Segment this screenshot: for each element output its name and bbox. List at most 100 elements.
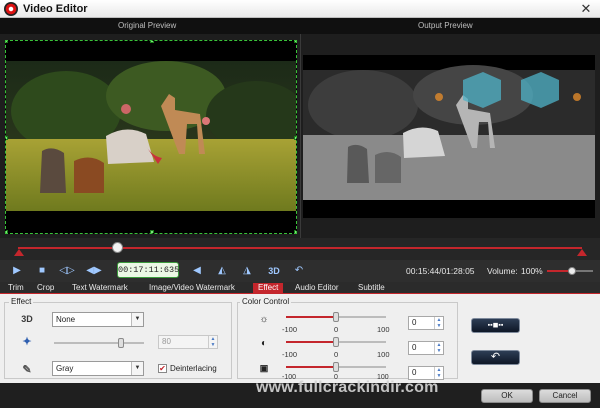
crop-handle[interactable]: [294, 230, 296, 233]
contrast-value: 0: [412, 343, 417, 352]
original-preview[interactable]: [5, 40, 297, 234]
output-video-frame: [303, 55, 595, 218]
trim-end-marker[interactable]: [577, 249, 587, 256]
deinterlacing-checkbox[interactable]: ✔: [158, 364, 167, 373]
stop-icon[interactable]: ■: [33, 263, 51, 279]
preview-header: Original Preview Output Preview: [0, 18, 600, 34]
effect-intensity-thumb[interactable]: [118, 338, 124, 348]
crop-handle[interactable]: [6, 41, 8, 43]
brightness-mid: 0: [334, 325, 339, 334]
tab-crop[interactable]: Crop: [37, 283, 54, 294]
play-icon[interactable]: ▶: [8, 263, 26, 279]
watermark-text: www.fullcrackindir.com: [256, 379, 439, 396]
preview-divider: [300, 34, 301, 238]
cancel-button[interactable]: Cancel: [539, 389, 591, 403]
spinner-arrows-icon: ▲ ▼: [208, 336, 217, 348]
brightness-max: 100: [377, 325, 390, 334]
effect-intensity-slider[interactable]: [54, 338, 144, 348]
ok-button[interactable]: OK: [481, 389, 533, 403]
reset-button[interactable]: ↶: [471, 350, 520, 365]
effect-group: Effect 3D None ▼ ✦ 80 ▲ ▼ ✎ Gray ▼ ✔ Dein…: [4, 297, 232, 379]
playhead[interactable]: [111, 242, 123, 253]
effect-panel: Effect 3D None ▼ ✦ 80 ▲ ▼ ✎ Gray ▼ ✔ Dein…: [0, 294, 600, 383]
effect-intensity-input: 80 ▲ ▼: [158, 335, 218, 349]
spinner-arrows-icon[interactable]: ▲ ▼: [434, 367, 443, 379]
dialog-footer: www.fullcrackindir.com OK Cancel: [0, 379, 600, 408]
apply-to-all-button[interactable]: ▪▪◼▪▪: [471, 318, 520, 333]
filter-brush-icon: ✎: [22, 364, 32, 376]
volume-thumb[interactable]: [568, 267, 577, 275]
brightness-slider[interactable]: [286, 312, 386, 322]
saturation-input[interactable]: 0 ▲ ▼: [408, 366, 444, 380]
brightness-fill: [286, 316, 334, 318]
flip-vertical-icon[interactable]: ◮: [238, 263, 256, 279]
brightness-thumb[interactable]: [333, 312, 339, 322]
crop-handle[interactable]: [150, 230, 154, 233]
brightness-min: -100: [282, 325, 298, 334]
effect-intensity-value: 80: [162, 337, 171, 346]
tab-subtitle[interactable]: Subtitle: [358, 283, 385, 294]
brightness-value: 0: [412, 318, 417, 327]
window-title: Video Editor: [23, 3, 88, 15]
crop-handle[interactable]: [150, 41, 154, 43]
butterfly-icon: ✦: [22, 336, 32, 348]
timecode-display[interactable]: 00:17:11:635: [117, 262, 179, 278]
filter-value: Gray: [56, 364, 74, 373]
prev-frame-icon[interactable]: ◁▷: [58, 263, 76, 279]
output-preview-label: Output Preview: [418, 21, 473, 30]
chevron-down-icon: ▼: [131, 313, 143, 326]
playback-controls: ▶ ■ ◁▷ ◀▶ 00:17:11:635 ◀ ◭ ◮ 3D ↶ 00:15:…: [0, 260, 600, 282]
trim-start-marker[interactable]: [14, 249, 24, 256]
saturation-slider[interactable]: [286, 362, 386, 372]
time-readout: 00:15:44/01:28:05: [406, 266, 475, 276]
app-icon: [4, 2, 18, 16]
contrast-mid: 0: [334, 350, 339, 359]
undo-icon[interactable]: ↶: [290, 263, 308, 279]
contrast-icon: ◐: [260, 338, 268, 349]
3d-icon[interactable]: 3D: [264, 263, 284, 279]
tab-trim[interactable]: Trim: [8, 283, 24, 294]
close-button[interactable]: ✕: [578, 1, 594, 16]
spinner-arrows-icon[interactable]: ▲ ▼: [434, 342, 443, 354]
crop-handle[interactable]: [294, 136, 296, 140]
deinterlacing-label: Deinterlacing: [170, 364, 217, 373]
effect-legend: Effect: [9, 297, 34, 306]
volume-value: 100%: [521, 266, 543, 276]
contrast-slider[interactable]: [286, 337, 386, 347]
3d-effect-icon: 3D: [21, 314, 33, 324]
brightness-icon: ☼: [259, 314, 269, 325]
contrast-input[interactable]: 0 ▲ ▼: [408, 341, 444, 355]
volume-slider[interactable]: [547, 267, 593, 275]
contrast-min: -100: [282, 350, 298, 359]
title-bar: Video Editor ✕: [0, 0, 600, 18]
crop-handle[interactable]: [6, 136, 8, 140]
tab-effect[interactable]: Effect: [253, 283, 284, 294]
flip-horizontal-icon[interactable]: ◭: [213, 263, 231, 279]
tab-audio-editor[interactable]: Audio Editor: [295, 283, 339, 294]
volume-label: Volume:: [487, 266, 518, 276]
3d-mode-value: None: [56, 315, 76, 324]
contrast-fill: [286, 341, 334, 343]
color-control-legend: Color Control: [240, 297, 292, 306]
crop-handle[interactable]: [6, 230, 8, 233]
timeline-track[interactable]: [18, 247, 582, 249]
saturation-thumb[interactable]: [333, 362, 339, 372]
output-preview: [303, 55, 595, 218]
contrast-max: 100: [377, 350, 390, 359]
tab-text-watermark[interactable]: Text Watermark: [72, 283, 128, 294]
brightness-input[interactable]: 0 ▲ ▼: [408, 316, 444, 330]
spinner-arrows-icon[interactable]: ▲ ▼: [434, 317, 443, 329]
crop-handle[interactable]: [294, 41, 296, 43]
saturation-icon: ▣: [259, 363, 269, 373]
timeline[interactable]: [0, 238, 600, 260]
original-preview-label: Original Preview: [118, 21, 177, 30]
flip-left-icon[interactable]: ◀: [188, 263, 206, 279]
color-control-group: Color Control ☼ -100 0 100 0 ▲ ▼ ◐ -100 0…: [237, 297, 458, 381]
next-frame-icon[interactable]: ◀▶: [85, 263, 103, 279]
filter-select[interactable]: Gray ▼: [52, 361, 144, 376]
tab-image-video-watermark[interactable]: Image/Video Watermark: [149, 283, 235, 294]
saturation-value: 0: [412, 368, 417, 377]
editor-tabs: Trim Crop Text Watermark Image/Video Wat…: [0, 282, 600, 294]
contrast-thumb[interactable]: [333, 337, 339, 347]
3d-mode-select[interactable]: None ▼: [52, 312, 144, 327]
